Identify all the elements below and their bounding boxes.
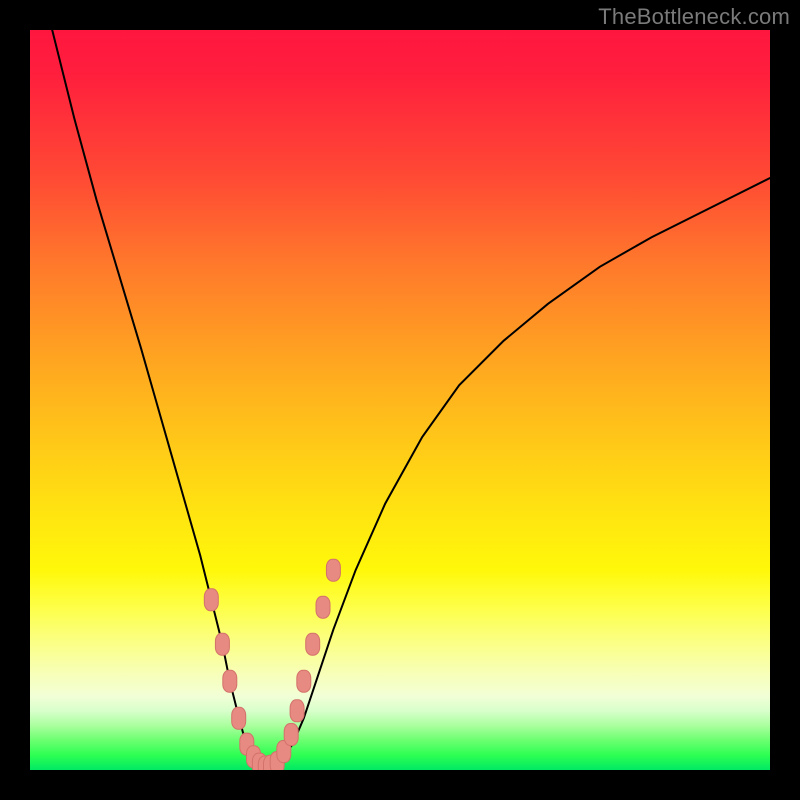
chart-frame: TheBottleneck.com — [0, 0, 800, 800]
marker-point — [204, 589, 218, 611]
curve-group — [52, 30, 770, 768]
marker-point — [306, 633, 320, 655]
marker-point — [326, 559, 340, 581]
marker-point — [316, 596, 330, 618]
marker-point — [215, 633, 229, 655]
curve-right-branch — [267, 178, 770, 768]
marker-point — [223, 670, 237, 692]
curve-layer — [30, 30, 770, 770]
marker-point — [284, 724, 298, 746]
plot-area — [30, 30, 770, 770]
curve-left-branch — [52, 30, 267, 768]
marker-group — [204, 559, 340, 770]
marker-point — [297, 670, 311, 692]
marker-point — [232, 707, 246, 729]
watermark-text: TheBottleneck.com — [598, 4, 790, 30]
marker-point — [290, 700, 304, 722]
